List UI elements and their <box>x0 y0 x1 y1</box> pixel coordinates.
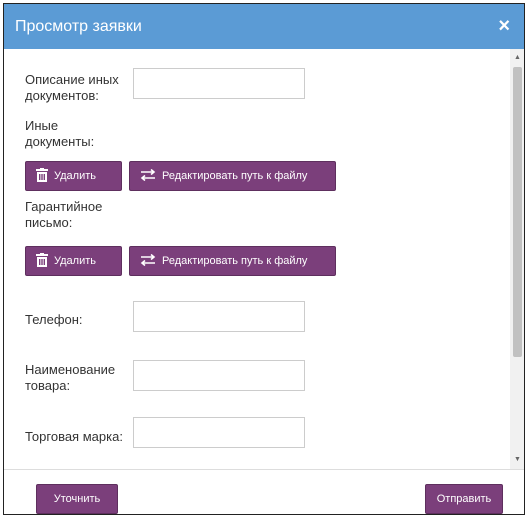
trademark-input[interactable] <box>133 417 305 448</box>
delete-guarantee-button[interactable]: Удалить <box>25 246 122 276</box>
delete-label: Удалить <box>54 170 96 182</box>
swap-arrows-icon <box>140 253 156 269</box>
scroll-up-icon[interactable]: ▲ <box>510 51 524 65</box>
edit-path-other-docs-button[interactable]: Редактировать путь к файлу <box>129 161 336 191</box>
view-request-dialog: Просмотр заявки × Описание иных документ… <box>3 3 525 515</box>
dialog-content[interactable]: Описание иных документов: Иные документы… <box>4 49 510 469</box>
phone-label: Телефон: <box>25 312 83 327</box>
close-icon[interactable]: × <box>498 14 510 38</box>
phone-input[interactable] <box>133 301 305 332</box>
other-docs-description-input[interactable] <box>133 68 305 99</box>
product-name-input[interactable] <box>133 360 305 391</box>
clarify-button[interactable]: Уточнить <box>36 484 118 514</box>
other-docs-label: Иные документы: <box>25 118 95 149</box>
trash-icon <box>36 167 48 185</box>
edit-path-guarantee-button[interactable]: Редактировать путь к файлу <box>129 246 336 276</box>
other-docs-description-label: Описание иных документов: <box>25 72 119 103</box>
dialog-titlebar: Просмотр заявки × <box>4 4 524 49</box>
swap-arrows-icon <box>140 168 156 184</box>
delete-other-docs-button[interactable]: Удалить <box>25 161 122 191</box>
send-button[interactable]: Отправить <box>425 484 503 514</box>
guarantee-letter-label: Гарантийное письмо: <box>25 199 103 230</box>
vertical-scrollbar[interactable]: ▲ ▼ <box>510 49 524 469</box>
scrollbar-thumb[interactable] <box>513 67 522 357</box>
dialog-footer: Уточнить Отправить <box>4 469 524 514</box>
trademark-label: Торговая марка: <box>25 429 123 444</box>
trash-icon <box>36 252 48 270</box>
scroll-down-icon[interactable]: ▼ <box>510 453 524 467</box>
product-name-label: Наименование товара: <box>25 362 116 393</box>
edit-path-label: Редактировать путь к файлу <box>162 170 308 182</box>
dialog-title: Просмотр заявки <box>15 18 142 35</box>
edit-path-label: Редактировать путь к файлу <box>162 255 308 267</box>
delete-label: Удалить <box>54 255 96 267</box>
